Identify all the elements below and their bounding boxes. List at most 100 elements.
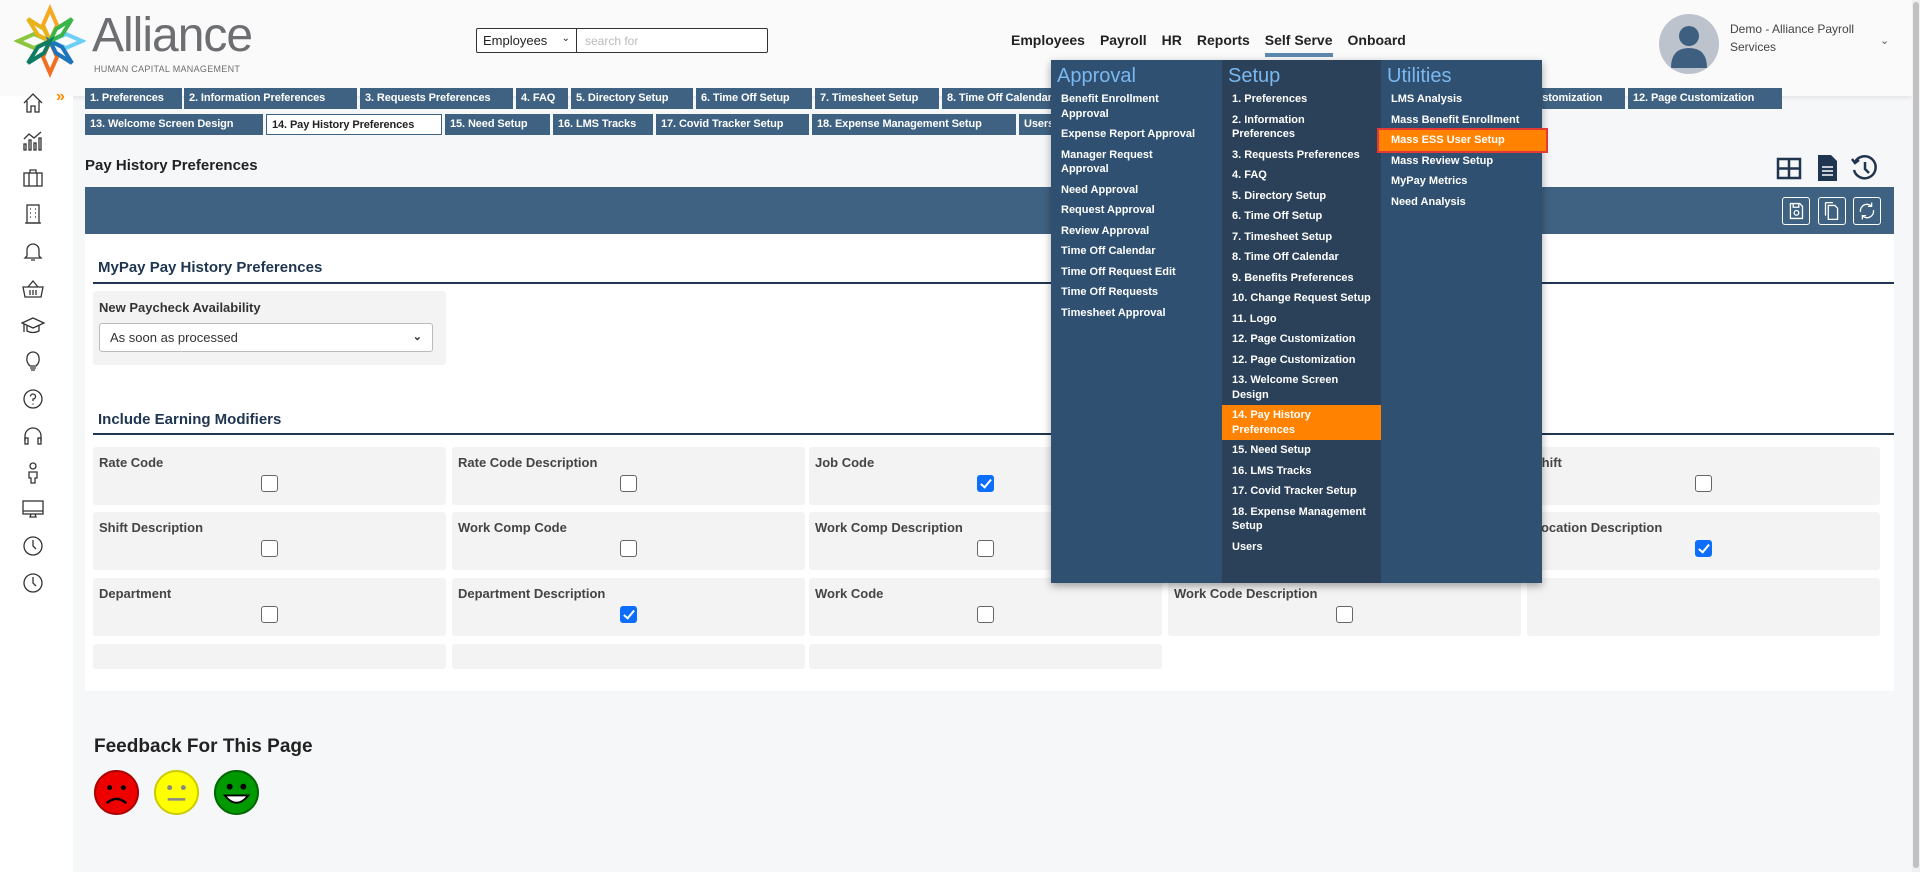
menu-item-approval[interactable]: Time Off Requests bbox=[1051, 282, 1222, 303]
tab-pay-history-preferences[interactable]: 14. Pay History Preferences bbox=[266, 114, 442, 135]
tab-requests-preferences[interactable]: 3. Requests Preferences bbox=[360, 88, 513, 109]
menu-item-setup[interactable]: 12. Page Customization bbox=[1222, 329, 1381, 350]
search-input[interactable] bbox=[577, 29, 767, 52]
scrollbar-thumb[interactable] bbox=[1913, 2, 1919, 868]
refresh-icon[interactable] bbox=[1853, 197, 1881, 225]
tab-faq[interactable]: 4. FAQ bbox=[516, 88, 568, 109]
modifier-checkbox[interactable] bbox=[1695, 475, 1712, 492]
modifier-checkbox[interactable] bbox=[977, 475, 994, 492]
nav-reports[interactable]: Reports bbox=[1197, 32, 1250, 57]
nav-self-serve[interactable]: Self Serve bbox=[1264, 32, 1333, 57]
graduation-cap-icon[interactable] bbox=[21, 314, 45, 338]
menu-item-setup[interactable]: 9. Benefits Preferences bbox=[1222, 268, 1381, 289]
tab-information-preferences[interactable]: 2. Information Preferences bbox=[184, 88, 357, 109]
menu-item-setup[interactable]: 17. Covid Tracker Setup bbox=[1222, 481, 1381, 502]
tab-welcome-screen-design[interactable]: 13. Welcome Screen Design bbox=[85, 114, 263, 135]
menu-item-setup[interactable]: 8. Time Off Calendar bbox=[1222, 247, 1381, 268]
menu-item-approval[interactable]: Time Off Request Edit bbox=[1051, 262, 1222, 283]
search-scope-select[interactable]: Employees ⌄ bbox=[477, 29, 577, 52]
menu-item-approval[interactable]: Time Off Calendar bbox=[1051, 241, 1222, 262]
avatar[interactable] bbox=[1659, 14, 1719, 74]
menu-item-approval[interactable]: Request Approval bbox=[1051, 200, 1222, 221]
neutral-face-icon[interactable] bbox=[153, 769, 200, 816]
save-icon[interactable] bbox=[1782, 197, 1810, 225]
menu-item-setup[interactable]: 10. Change Request Setup bbox=[1222, 288, 1381, 309]
modifier-checkbox[interactable] bbox=[977, 540, 994, 557]
tab-directory-setup[interactable]: 5. Directory Setup bbox=[571, 88, 693, 109]
menu-item-utilities[interactable]: MyPay Metrics bbox=[1381, 171, 1542, 192]
tab-time-off-setup[interactable]: 6. Time Off Setup bbox=[696, 88, 812, 109]
history-icon[interactable] bbox=[1850, 153, 1878, 183]
expand-sidebar-icon[interactable]: » bbox=[56, 88, 65, 106]
menu-item-setup[interactable]: 15. Need Setup bbox=[1222, 440, 1381, 461]
modifier-checkbox[interactable] bbox=[261, 540, 278, 557]
menu-item-setup[interactable]: 6. Time Off Setup bbox=[1222, 206, 1381, 227]
sad-face-icon[interactable] bbox=[93, 769, 140, 816]
clock-icon[interactable] bbox=[21, 534, 45, 558]
tab-need-setup[interactable]: 15. Need Setup bbox=[445, 114, 550, 135]
paycheck-availability-select[interactable]: As soon as processed ⌄ bbox=[99, 323, 433, 352]
menu-item-setup[interactable]: 14. Pay History Preferences bbox=[1222, 405, 1381, 440]
modifier-checkbox[interactable] bbox=[620, 475, 637, 492]
copy-icon[interactable] bbox=[1818, 197, 1846, 225]
tab-expense-management-setup[interactable]: 18. Expense Management Setup bbox=[812, 114, 1016, 135]
bell-icon[interactable] bbox=[21, 239, 45, 263]
menu-item-setup[interactable]: 11. Logo bbox=[1222, 309, 1381, 330]
tab-covid-tracker-setup[interactable]: 17. Covid Tracker Setup bbox=[656, 114, 809, 135]
grid-view-icon[interactable] bbox=[1775, 153, 1803, 183]
menu-item-utilities[interactable]: LMS Analysis bbox=[1381, 89, 1542, 110]
menu-item-setup[interactable]: 1. Preferences bbox=[1222, 89, 1381, 110]
monitor-icon[interactable] bbox=[21, 497, 45, 521]
modifier-checkbox[interactable] bbox=[1695, 540, 1712, 557]
home-icon[interactable] bbox=[21, 91, 45, 115]
menu-item-setup[interactable]: 16. LMS Tracks bbox=[1222, 461, 1381, 482]
nav-onboard[interactable]: Onboard bbox=[1348, 32, 1406, 57]
tab-time-off-calendar[interactable]: 8. Time Off Calendar bbox=[942, 88, 1067, 109]
nav-payroll[interactable]: Payroll bbox=[1100, 32, 1147, 57]
menu-item-approval[interactable]: Review Approval bbox=[1051, 221, 1222, 242]
modifier-checkbox[interactable] bbox=[977, 606, 994, 623]
menu-item-approval[interactable]: Expense Report Approval bbox=[1051, 124, 1222, 145]
menu-item-approval[interactable]: Manager Request Approval bbox=[1051, 145, 1222, 180]
menu-item-utilities[interactable]: Need Analysis bbox=[1381, 192, 1542, 213]
menu-item-utilities[interactable]: Mass Review Setup bbox=[1381, 151, 1542, 172]
modifier-checkbox[interactable] bbox=[261, 475, 278, 492]
menu-item-setup[interactable]: 3. Requests Preferences bbox=[1222, 145, 1381, 166]
nav-employees[interactable]: Employees bbox=[1011, 32, 1085, 57]
analytics-icon[interactable] bbox=[21, 129, 45, 153]
menu-item-setup[interactable]: 7. Timesheet Setup bbox=[1222, 227, 1381, 248]
briefcase-icon[interactable] bbox=[21, 166, 45, 190]
document-icon[interactable] bbox=[1813, 153, 1841, 183]
tab-preferences[interactable]: 1. Preferences bbox=[85, 88, 182, 109]
happy-face-icon[interactable] bbox=[213, 769, 260, 816]
modifier-checkbox[interactable] bbox=[1336, 606, 1353, 623]
tab-timesheet-setup[interactable]: 7. Timesheet Setup bbox=[815, 88, 939, 109]
person-icon[interactable] bbox=[21, 461, 45, 485]
modifier-checkbox[interactable] bbox=[620, 606, 637, 623]
menu-item-setup[interactable]: 18. Expense Management Setup bbox=[1222, 502, 1381, 537]
clock-icon[interactable] bbox=[21, 571, 45, 595]
lightbulb-icon[interactable] bbox=[21, 350, 45, 374]
building-icon[interactable] bbox=[21, 202, 45, 226]
menu-item-setup[interactable]: 13. Welcome Screen Design bbox=[1222, 370, 1381, 405]
menu-item-setup[interactable]: Users bbox=[1222, 537, 1381, 558]
modifier-checkbox[interactable] bbox=[620, 540, 637, 557]
tab-lms-tracks[interactable]: 16. LMS Tracks bbox=[553, 114, 653, 135]
menu-item-approval[interactable]: Timesheet Approval bbox=[1051, 303, 1222, 324]
basket-icon[interactable] bbox=[21, 277, 45, 301]
menu-item-utilities[interactable]: Mass ESS User Setup bbox=[1377, 128, 1548, 153]
tab-page-customization-2[interactable]: 12. Page Customization bbox=[1628, 88, 1782, 109]
chevron-down-icon[interactable]: ⌄ bbox=[1880, 34, 1889, 47]
help-icon[interactable] bbox=[21, 387, 45, 411]
user-name[interactable]: Demo - Alliance Payroll Services bbox=[1730, 20, 1890, 56]
menu-item-setup[interactable]: 5. Directory Setup bbox=[1222, 186, 1381, 207]
modifier-checkbox[interactable] bbox=[261, 606, 278, 623]
menu-item-utilities[interactable]: Mass Benefit Enrollment bbox=[1381, 110, 1542, 131]
headphones-icon[interactable] bbox=[21, 424, 45, 448]
menu-item-setup[interactable]: 12. Page Customization bbox=[1222, 350, 1381, 371]
menu-item-setup[interactable]: 4. FAQ bbox=[1222, 165, 1381, 186]
menu-item-setup[interactable]: 2. Information Preferences bbox=[1222, 110, 1381, 145]
menu-item-approval[interactable]: Benefit Enrollment Approval bbox=[1051, 89, 1222, 124]
menu-item-approval[interactable]: Need Approval bbox=[1051, 180, 1222, 201]
nav-hr[interactable]: HR bbox=[1162, 32, 1182, 57]
